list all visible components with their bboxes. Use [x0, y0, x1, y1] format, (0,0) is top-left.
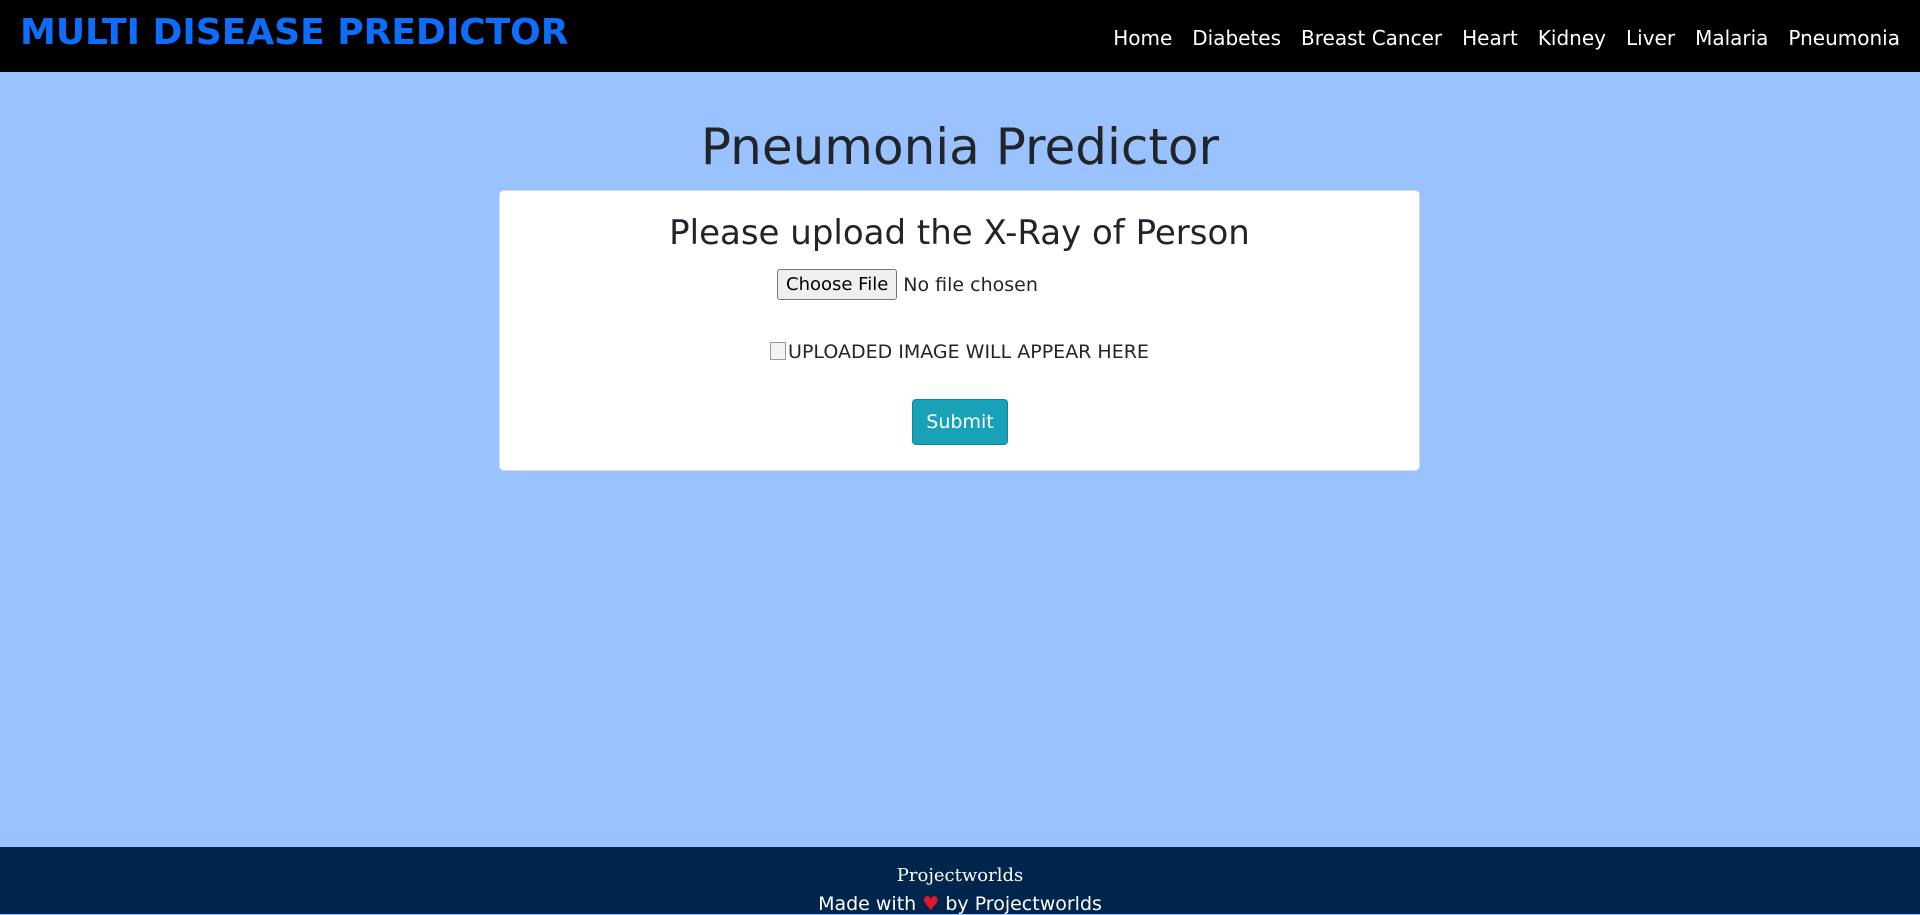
- choose-file-button[interactable]: Choose File: [777, 269, 898, 300]
- footer-brand: Projectworlds: [896, 865, 1024, 886]
- uploaded-image-placeholder: UPLOADED IMAGE WILL APPEAR HERE: [500, 341, 1419, 363]
- brand-link[interactable]: MULTI DISEASE PREDICTOR: [20, 12, 569, 53]
- file-input: Choose File No file chosen: [777, 269, 1038, 300]
- nav-link-heart[interactable]: Heart: [1462, 26, 1518, 50]
- nav-link-breast-cancer[interactable]: Breast Cancer: [1301, 26, 1442, 50]
- footer: Projectworlds Made with ♥ by Projectworl…: [0, 847, 1920, 915]
- nav-link-liver[interactable]: Liver: [1626, 26, 1675, 50]
- file-status-text: No file chosen: [903, 273, 1038, 296]
- nav-link-home[interactable]: Home: [1113, 26, 1172, 50]
- page-title: Pneumonia Predictor: [700, 118, 1220, 176]
- credit-suffix: by Projectworlds: [945, 893, 1102, 915]
- nav-link-malaria[interactable]: Malaria: [1695, 26, 1768, 50]
- nav-link-pneumonia[interactable]: Pneumonia: [1788, 26, 1900, 50]
- nav-links: Home Diabetes Breast Cancer Heart Kidney…: [1113, 26, 1900, 50]
- submit-button[interactable]: Submit: [912, 399, 1008, 445]
- credit-prefix: Made with: [818, 893, 917, 915]
- top-navbar: MULTI DISEASE PREDICTOR Home Diabetes Br…: [0, 0, 1920, 72]
- broken-image-icon: [770, 342, 787, 360]
- upload-card: Please upload the X-Ray of Person Choose…: [499, 190, 1420, 471]
- image-alt-text: UPLOADED IMAGE WILL APPEAR HERE: [788, 341, 1149, 363]
- nav-link-diabetes[interactable]: Diabetes: [1192, 26, 1281, 50]
- upload-heading: Please upload the X-Ray of Person: [669, 213, 1250, 253]
- footer-credit: Made with ♥ by Projectworlds: [0, 893, 1920, 915]
- nav-link-kidney[interactable]: Kidney: [1538, 26, 1606, 50]
- heart-icon: ♥: [922, 893, 940, 915]
